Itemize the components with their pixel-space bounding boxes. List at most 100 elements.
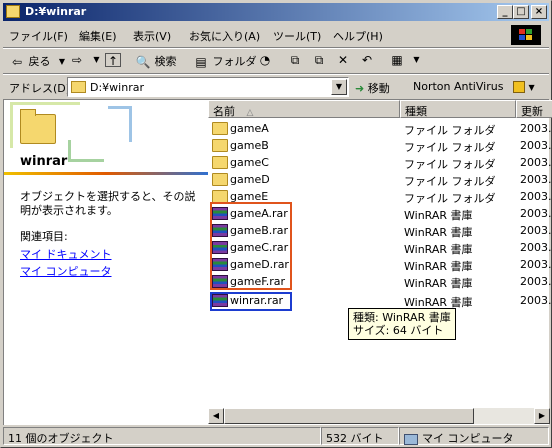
address-input[interactable]: D:¥winrar ▼ [67,77,349,97]
address-dropdown-button[interactable]: ▼ [331,79,347,95]
sort-ascending-icon: △ [246,108,254,118]
norton-antivirus-button[interactable]: Norton AntiVirus ▼ [413,80,535,93]
link-my-documents[interactable]: マイ ドキュメント [20,246,112,262]
back-label: 戻る [28,55,51,68]
title-bar[interactable]: D:¥winrar _ □ × [3,3,549,21]
minimize-button[interactable]: _ [497,5,513,19]
menu-tools[interactable]: ツール(T) [273,28,321,44]
folder-icon [71,81,86,93]
up-folder-button[interactable]: ↑ [105,53,121,68]
file-date: 2003. [520,190,552,203]
file-name: gameC [230,156,269,169]
search-icon: 🔍 [135,55,151,69]
list-item[interactable]: gameB ファイル フォルダ 2003. [208,137,552,154]
folder-icon [212,173,228,186]
back-button[interactable]: ⇦ 戻る ▼ [9,53,70,69]
menu-file[interactable]: ファイル(F) [9,28,68,44]
chevron-down-icon[interactable]: ▼ [89,53,105,67]
tooltip-type: 種類: WinRAR 書庫 [353,311,451,324]
chevron-down-icon[interactable]: ▼ [528,83,534,92]
menu-edit[interactable]: 編集(E) [79,28,117,44]
decoration [68,140,104,162]
horizontal-scrollbar[interactable]: ◀ ▶ [208,408,550,424]
menu-view[interactable]: 表示(V) [133,28,171,44]
folder-icon [212,122,228,135]
folder-icon [212,156,228,169]
file-type: ファイル フォルダ [404,124,496,137]
file-date: 2003. [520,122,552,135]
search-button[interactable]: 🔍 検索 [135,53,177,69]
file-list: 名前 △ 種類 更新 gameA ファイル フォルダ 2003. gameB フ… [208,100,552,424]
search-label: 検索 [154,55,177,68]
file-type: ファイル フォルダ [404,192,496,205]
column-date-label: 更新 [521,105,543,118]
column-name-label: 名前 [213,105,235,118]
undo-icon: ↶ [361,53,373,67]
file-name: gameB [230,139,269,152]
scroll-thumb[interactable] [224,408,474,424]
large-folder-icon [20,109,56,144]
delete-icon: ✕ [337,53,349,67]
folders-label: フォルダ [212,55,257,68]
folders-button[interactable]: ▤ フォルダ [193,53,257,69]
views-icon: ▦ [391,53,403,67]
file-type: ファイル フォルダ [404,175,496,188]
menu-help[interactable]: ヘルプ(H) [333,28,383,44]
content-area: winrar オブジェクトを選択すると、その説明が表示されます。 関連項目: マ… [3,99,552,425]
column-header-name[interactable]: 名前 △ [208,100,400,118]
column-header-date[interactable]: 更新 [516,100,552,118]
list-item[interactable]: gameA ファイル フォルダ 2003. [208,120,552,137]
forward-arrow-icon: ⇨ [71,53,83,67]
forward-button[interactable]: ⇨ ▼ [69,53,105,67]
folders-icon: ▤ [195,55,207,69]
computer-icon [404,433,418,445]
web-view-pane: winrar オブジェクトを選択すると、その説明が表示されます。 関連項目: マ… [4,100,208,424]
related-label: 関連項目: [20,230,68,243]
file-type: WinRAR 書庫 [404,209,473,222]
window-title: D:¥winrar [25,5,87,18]
undo-button[interactable]: ↶ [359,53,375,67]
file-date: 2003. [520,139,552,152]
scroll-right-button[interactable]: ▶ [534,408,550,424]
scroll-left-button[interactable]: ◀ [208,408,224,424]
chevron-down-icon[interactable]: ▼ [409,53,425,67]
copy-to-button[interactable]: ⧉ [311,53,327,67]
list-item[interactable]: gameC ファイル フォルダ 2003. [208,154,552,171]
menu-favorites[interactable]: お気に入り(A) [189,28,260,44]
link-my-computer[interactable]: マイ コンピュータ [20,263,112,279]
history-button[interactable]: ◔ [257,53,273,67]
file-date: 2003. [520,224,552,237]
file-tooltip: 種類: WinRAR 書庫 サイズ: 64 バイト [348,308,456,340]
address-value: D:¥winrar [90,81,144,94]
go-button[interactable]: ➜ 移動 [355,80,390,96]
file-date: 2003. [520,275,552,288]
address-label: アドレス(D) [9,82,71,95]
column-header-type[interactable]: 種類 [400,100,516,118]
chevron-down-icon[interactable]: ▼ [54,55,70,69]
decoration [108,106,132,142]
delete-button[interactable]: ✕ [335,53,351,67]
status-location-label: マイ コンピュータ [422,432,514,445]
norton-label: Norton AntiVirus [413,80,504,93]
list-item[interactable]: gameD ファイル フォルダ 2003. [208,171,552,188]
move-to-button[interactable]: ⧉ [287,53,303,67]
maximize-button[interactable]: □ [513,5,529,19]
toolbar: ⇦ 戻る ▼ ⇨ ▼ ↑ 🔍 検索 ▤ フォルダ ◔ ⧉ ⧉ ✕ ↶ ▦ ▼ [3,49,549,75]
address-bar: アドレス(D) D:¥winrar ▼ ➜ 移動 Norton AntiViru… [3,75,549,99]
pane-title: winrar [20,154,68,169]
file-date: 2003. [520,207,552,220]
file-date: 2003. [520,156,552,169]
file-type: WinRAR 書庫 [404,226,473,239]
go-arrow-icon: ➜ [355,82,365,95]
file-date: 2003. [520,258,552,271]
highlight-box-blue [210,292,292,311]
close-button[interactable]: × [531,5,547,19]
views-button[interactable]: ▦ ▼ [389,53,425,67]
status-bar: 11 個のオブジェクト 532 バイト マイ コンピュータ [3,427,549,445]
windows-logo-icon [511,25,541,45]
file-type: WinRAR 書庫 [404,243,473,256]
status-object-count: 11 個のオブジェクト [3,427,321,445]
move-to-icon: ⧉ [290,53,300,67]
tooltip-size: サイズ: 64 バイト [353,324,444,337]
go-label: 移動 [367,82,390,95]
